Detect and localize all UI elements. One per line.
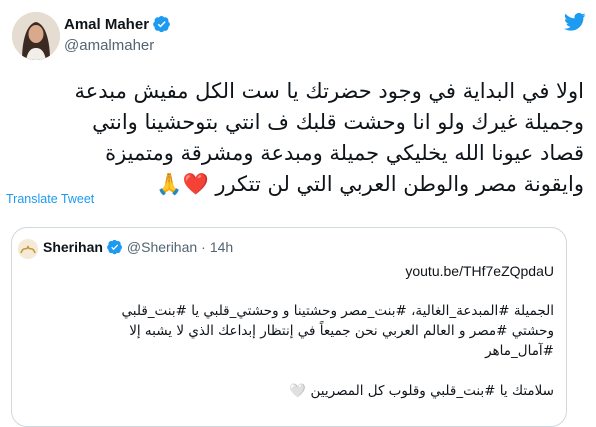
quoted-text-line: وحشتي #مصر و العالم العربي نحن جميعاً في… xyxy=(129,323,554,339)
tweet-header: Amal Maher @amalmaher xyxy=(0,0,596,70)
quoted-text-line: سلامتك يا #بنت_قلبي وقلوب كل المصريين 🤍 xyxy=(289,383,554,399)
tweet-text-line: وجميلة غيرك ولو انا وحشت قلبك ف انتي بتو… xyxy=(92,110,584,134)
tweet-text-line: اولا في البداية في وجود حضرتك يا ست الكل… xyxy=(74,79,584,103)
quoted-text-line: الجميلة #المبدعة_الغالية، #بنت_مصر وحشتي… xyxy=(121,303,554,319)
quoted-author-name[interactable]: Sherihan xyxy=(43,239,103,255)
dot-separator: · xyxy=(201,239,206,255)
author-avatar[interactable] xyxy=(12,12,60,60)
verified-badge-icon xyxy=(107,239,123,255)
quoted-author-avatar[interactable] xyxy=(18,239,38,259)
quoted-tweet-time[interactable]: 14h xyxy=(210,239,233,255)
quoted-author-row: Sherihan @Sherihan · 14h xyxy=(43,239,233,255)
tweet-text-line: قصاد عيونا الله يخليكي جميلة ومبدعة ومشر… xyxy=(105,141,584,165)
author-name-row: Amal Maher xyxy=(64,15,171,33)
quoted-tweet-body: youtu.be/THf7eZQpdaU الجميلة #المبدعة_ال… xyxy=(24,261,554,401)
tweet-text-line: وايقونة مصر والوطن العربي التي لن تتكرر … xyxy=(156,172,584,196)
author-handle[interactable]: @amalmaher xyxy=(64,37,154,54)
author-name[interactable]: Amal Maher xyxy=(64,16,149,33)
translate-tweet-link[interactable]: Translate Tweet xyxy=(6,192,94,206)
quoted-text-line: #آمال_ماهر xyxy=(485,343,554,359)
quoted-author-handle[interactable]: @Sherihan xyxy=(127,239,197,255)
verified-badge-icon xyxy=(153,15,171,33)
quoted-tweet[interactable]: Sherihan @Sherihan · 14h youtu.be/THf7eZ… xyxy=(11,227,567,427)
quoted-link[interactable]: youtu.be/THf7eZQpdaU xyxy=(24,261,554,281)
tweet-text: اولا في البداية في وجود حضرتك يا ست الكل… xyxy=(10,76,584,200)
twitter-bird-icon[interactable] xyxy=(564,12,586,32)
